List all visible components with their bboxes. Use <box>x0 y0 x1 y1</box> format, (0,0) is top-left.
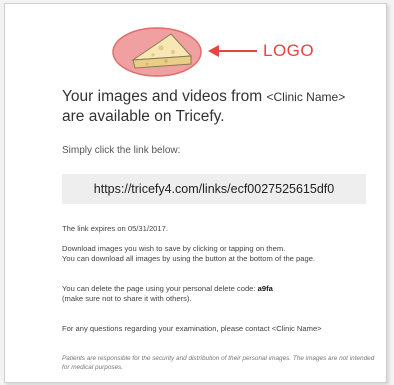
email-page: LOGO Your images and videos from <Clinic… <box>0 0 394 385</box>
questions-text: For any questions regarding your examina… <box>62 324 382 334</box>
email-card: LOGO Your images and videos from <Clinic… <box>4 3 387 383</box>
download-instructions: Download images you wish to save by clic… <box>62 244 382 264</box>
click-instruction: Simply click the link below: <box>62 145 181 156</box>
headline-line2: are available on Tricefy. <box>62 108 225 125</box>
delete-code: a9fa <box>257 284 273 293</box>
disclaimer: Patients are responsible for the securit… <box>62 355 375 371</box>
questions-clinic-name: <Clinic Name> <box>271 324 322 333</box>
headline-clinic-name: <Clinic Name> <box>266 90 346 104</box>
download-line1: Download images you wish to save by clic… <box>62 244 286 253</box>
logo <box>111 26 203 78</box>
arrow-left-icon <box>208 45 257 57</box>
logo-label: LOGO <box>263 41 315 60</box>
delete-prefix: You can delete the page using your perso… <box>62 284 258 293</box>
headline: Your images and videos from <Clinic Name… <box>62 87 382 126</box>
cheese-wedge-icon <box>112 27 202 77</box>
delete-note: (make sure not to share it with others). <box>62 294 192 303</box>
tricefy-link[interactable]: https://tricefy4.com/links/ecf0027525615… <box>62 174 366 204</box>
download-line2: You can download all images by using the… <box>62 254 316 263</box>
delete-instructions: You can delete the page using your perso… <box>62 284 382 304</box>
questions-prefix: For any questions regarding your examina… <box>62 324 272 333</box>
headline-line1: Your images and videos from <box>62 88 263 105</box>
expiry-text: The link expires on 05/31/2017. <box>62 224 168 233</box>
